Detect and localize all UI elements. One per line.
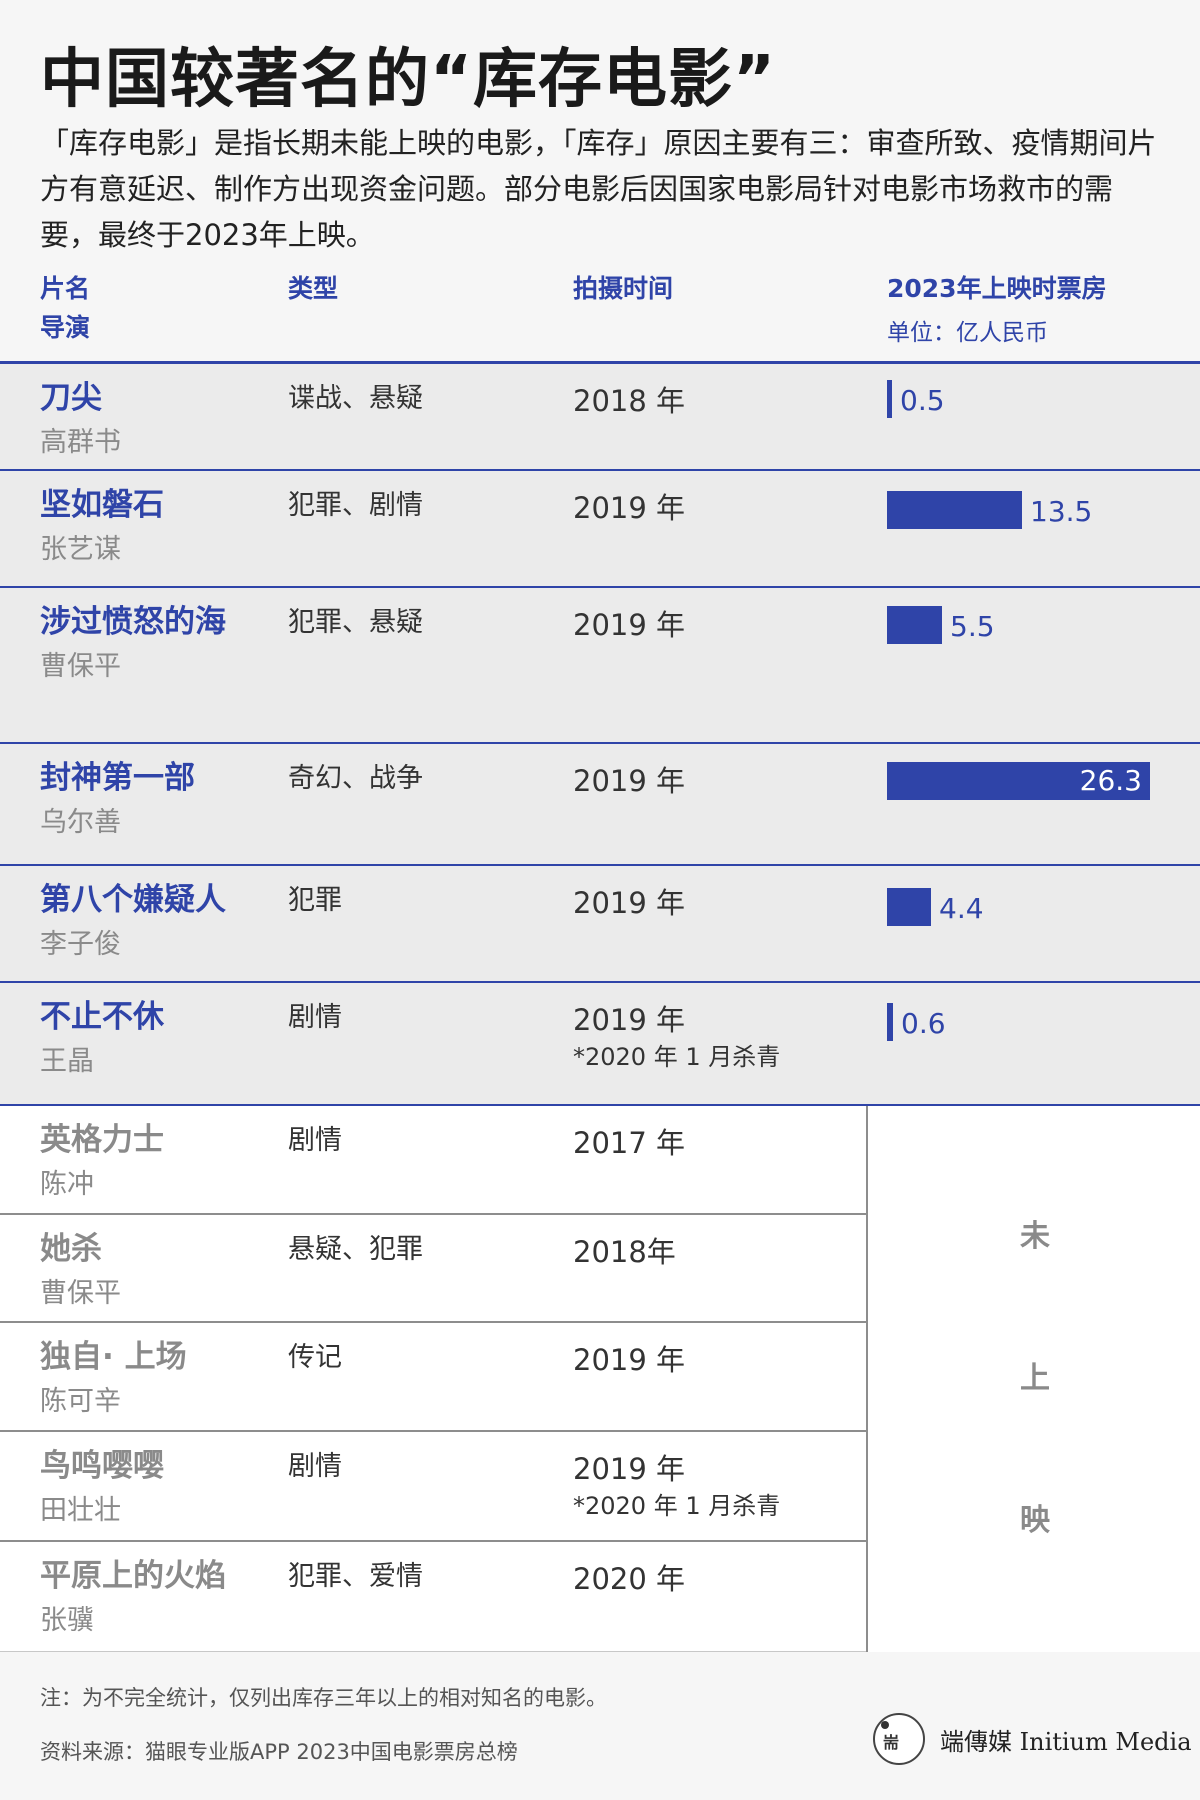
box-office-value: 0.5 [900, 384, 945, 417]
movie-shoot-year: 2019 年 [573, 1003, 686, 1037]
movie-shoot-year: 2019 年 [573, 608, 686, 642]
movie-title: 独自· 上场 [40, 1339, 187, 1375]
initium-logo-icon: 耑 [873, 1713, 925, 1765]
movie-title: 封神第一部 [40, 760, 195, 796]
movie-shoot-year: 2020 年 [573, 1562, 686, 1596]
box-office-value: 5.5 [950, 610, 995, 643]
logo-text: 端傳媒 Initium Media [940, 1728, 1192, 1756]
box-office-bar [887, 888, 931, 926]
movie-title: 刀尖 [40, 380, 102, 416]
movie-shoot-year: 2019 年 [573, 491, 686, 525]
movie-shoot-year: 2018年 [573, 1235, 676, 1269]
movie-director: 田壮壮 [40, 1495, 121, 1526]
unreleased-label-char: 映 [1020, 1503, 1050, 1538]
source-note: 资料来源：猫眼专业版APP 2023中国电影票房总榜 [40, 1740, 518, 1764]
movie-director: 张艺谋 [40, 534, 121, 565]
movie-director: 王晶 [40, 1046, 94, 1077]
movie-genre: 犯罪、悬疑 [288, 607, 423, 638]
movie-shoot-year: 2018 年 [573, 384, 686, 418]
table-row: 鸟鸣嘤嘤田壮壮 剧情 2019 年 *2020 年 1 月杀青 [0, 1432, 866, 1542]
movie-genre: 犯罪 [288, 885, 342, 916]
movie-genre: 犯罪、爱情 [288, 1561, 423, 1592]
movie-director: 陈冲 [40, 1169, 94, 1200]
table-row: 坚如磐石张艺谋 犯罪、剧情 2019 年 13.5 [0, 471, 1200, 588]
movie-title: 坚如磐石 [40, 487, 164, 523]
movie-director: 张骥 [40, 1605, 94, 1636]
movie-genre: 剧情 [288, 1451, 342, 1482]
movie-genre: 犯罪、剧情 [288, 490, 423, 521]
movie-title: 平原上的火焰 [40, 1558, 226, 1594]
movie-title: 第八个嫌疑人 [40, 882, 226, 918]
header-director: 导演 [40, 313, 91, 342]
table-row: 刀尖高群书 谍战、悬疑 2018 年 0.5 [0, 364, 1200, 471]
movie-wrap-note: *2020 年 1 月杀青 [573, 1043, 781, 1071]
movie-director: 曹保平 [40, 651, 121, 682]
movie-shoot-year: 2019 年 [573, 1452, 686, 1486]
movie-title: 涉过愤怒的海 [40, 604, 226, 640]
movie-genre: 传记 [288, 1342, 342, 1373]
header-genre: 类型 [288, 274, 339, 303]
table-row: 涉过愤怒的海曹保平 犯罪、悬疑 2019 年 5.5 [0, 588, 1200, 744]
unreleased-label-char: 上 [1020, 1361, 1050, 1396]
movie-shoot-year: 2019 年 [573, 886, 686, 920]
movie-director: 曹保平 [40, 1278, 121, 1309]
header-shoot-time: 拍摄时间 [573, 274, 674, 303]
logo-dot [881, 1721, 889, 1729]
intro-text: 「库存电影」是指长期未能上映的电影，「库存」原因主要有三：审查所致、疫情期间片方… [40, 126, 1157, 252]
movie-genre: 剧情 [288, 1125, 342, 1156]
box-office-bar [887, 491, 1022, 529]
table-row: 平原上的火焰张骥 犯罪、爱情 2020 年 [0, 1542, 866, 1652]
unreleased-panel: 未 上 映 [866, 1106, 1200, 1652]
movie-shoot-year: 2017 年 [573, 1126, 686, 1160]
table-row: 不止不休王晶 剧情 2019 年 *2020 年 1 月杀青 0.6 [0, 983, 1200, 1106]
movie-director: 陈可辛 [40, 1386, 121, 1417]
table-row: 英格力士陈冲 剧情 2017 年 [0, 1106, 866, 1215]
table-row: 封神第一部乌尔善 奇幻、战争 2019 年 26.3 [0, 744, 1200, 866]
box-office-bar [887, 1003, 893, 1041]
movie-wrap-note: *2020 年 1 月杀青 [573, 1492, 781, 1520]
movie-title: 不止不休 [40, 999, 164, 1035]
box-office-bar [887, 380, 892, 418]
table-row: 第八个嫌疑人李子俊 犯罪 2019 年 4.4 [0, 866, 1200, 983]
movie-shoot-year: 2019 年 [573, 1343, 686, 1377]
header-unit: 单位：亿人民币 [887, 320, 1048, 346]
movie-director: 高群书 [40, 427, 121, 458]
box-office-value: 0.6 [901, 1007, 946, 1040]
box-office-value: 13.5 [1030, 495, 1093, 528]
header-box-office: 2023年上映时票房 [887, 274, 1107, 303]
table-row: 她杀曹保平 悬疑、犯罪 2018年 [0, 1215, 866, 1323]
unreleased-label-char: 未 [1020, 1219, 1050, 1254]
movie-title: 她杀 [40, 1231, 102, 1267]
header-title: 片名 [40, 274, 91, 303]
movie-genre: 谍战、悬疑 [288, 383, 423, 414]
logo-glyph: 耑 [883, 1733, 900, 1752]
movie-genre: 奇幻、战争 [288, 763, 423, 794]
movie-genre: 悬疑、犯罪 [288, 1234, 423, 1265]
footnote: 注：为不完全统计，仅列出库存三年以上的相对知名的电影。 [40, 1686, 607, 1710]
box-office-bar [887, 606, 942, 644]
movie-title: 鸟鸣嘤嘤 [40, 1448, 164, 1484]
table-row: 独自· 上场陈可辛 传记 2019 年 [0, 1323, 866, 1432]
box-office-value: 4.4 [939, 892, 984, 925]
movie-genre: 剧情 [288, 1002, 342, 1033]
box-office-value: 26.3 [1079, 764, 1142, 797]
movie-shoot-year: 2019 年 [573, 764, 686, 798]
movie-director: 乌尔善 [40, 807, 121, 838]
movie-director: 李子俊 [40, 929, 121, 960]
page-title: 中国较著名的“库存电影” [40, 43, 777, 117]
movie-title: 英格力士 [40, 1122, 164, 1158]
